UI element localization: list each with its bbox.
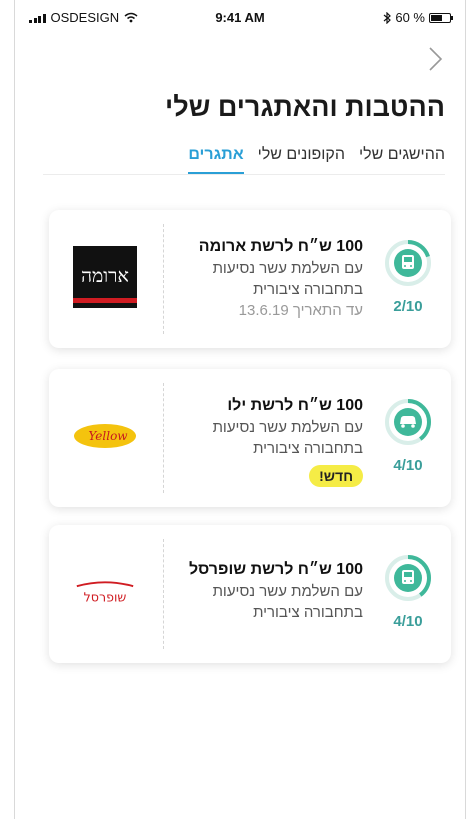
aroma-logo-text: ארומה: [81, 265, 129, 287]
shufersal-logo-text: שופרסל: [84, 590, 127, 605]
aroma-logo: ארומה: [71, 244, 139, 310]
card-text: 100 ש״ח לרשת שופרסל עם השלמת עשר נסיעות …: [163, 559, 363, 623]
card-condition-2: בתחבורה ציבורית: [253, 281, 363, 298]
shufersal-logo: שופרסל: [71, 559, 139, 625]
progress-ring: [385, 240, 431, 286]
chevron-right-icon[interactable]: [423, 44, 447, 74]
battery-group: 60 %: [383, 10, 453, 25]
status-bar: OSDESIGN 9:41 AM 60 %: [15, 0, 465, 36]
battery-icon: [429, 12, 453, 23]
progress-count: 4/10: [393, 613, 423, 630]
card-condition: עם השלמת עשר נסיעות: [212, 419, 363, 436]
phone-screen: OSDESIGN 9:41 AM 60 % ההטבות והאתגרים של…: [14, 0, 466, 819]
page-title: ההטבות והאתגרים שלי: [165, 92, 445, 122]
card-title: 100 ש״ח לרשת ארומה: [198, 238, 363, 255]
tab-my-achievements[interactable]: ההישגים שלי: [359, 146, 445, 175]
tab-bar: אתגרים הקופונים שלי ההישגים שלי: [188, 146, 445, 175]
card-title: 100 ש״ח לרשת ילו: [227, 397, 363, 414]
progress-ring: [385, 399, 431, 445]
challenge-card-shufersal[interactable]: שופרסל 100 ש״ח לרשת שופרסל עם השלמת עשר …: [49, 525, 451, 663]
yellow-logo: Yellow: [71, 403, 139, 469]
progress-ring: [385, 555, 431, 601]
new-badge: חדש!: [309, 465, 363, 487]
card-title: 100 ש״ח לרשת שופרסל: [188, 561, 363, 578]
progress-count: 2/10: [393, 298, 423, 315]
card-condition-2: בתחבורה ציבורית: [253, 440, 363, 457]
yellow-logo-text: Yellow: [88, 429, 128, 443]
bus-icon: [402, 255, 414, 269]
tab-challenges[interactable]: אתגרים: [188, 146, 244, 175]
card-text: 100 ש״ח לרשת ילו עם השלמת עשר נסיעות בתח…: [163, 395, 363, 487]
card-condition-2: בתחבורה ציבורית: [253, 604, 363, 621]
tab-my-coupons[interactable]: הקופונים שלי: [258, 146, 345, 175]
challenge-card-aroma[interactable]: ארומה 100 ש״ח לרשת ארומה עם השלמת עשר נס…: [49, 210, 451, 348]
card-condition: עם השלמת עשר נסיעות: [212, 260, 363, 277]
card-text: 100 ש״ח לרשת ארומה עם השלמת עשר נסיעות ב…: [163, 236, 363, 321]
bus-icon: [402, 570, 414, 584]
challenge-card-yellow[interactable]: Yellow 100 ש״ח לרשת ילו עם השלמת עשר נסי…: [49, 369, 451, 507]
card-condition: עם השלמת עשר נסיעות: [212, 583, 363, 600]
progress-count: 4/10: [393, 457, 423, 474]
tabs-divider: [43, 174, 445, 175]
battery-text: 60 %: [395, 10, 425, 25]
card-expiry: עד התאריך 13.6.19: [238, 302, 363, 319]
bluetooth-icon: [383, 11, 392, 24]
